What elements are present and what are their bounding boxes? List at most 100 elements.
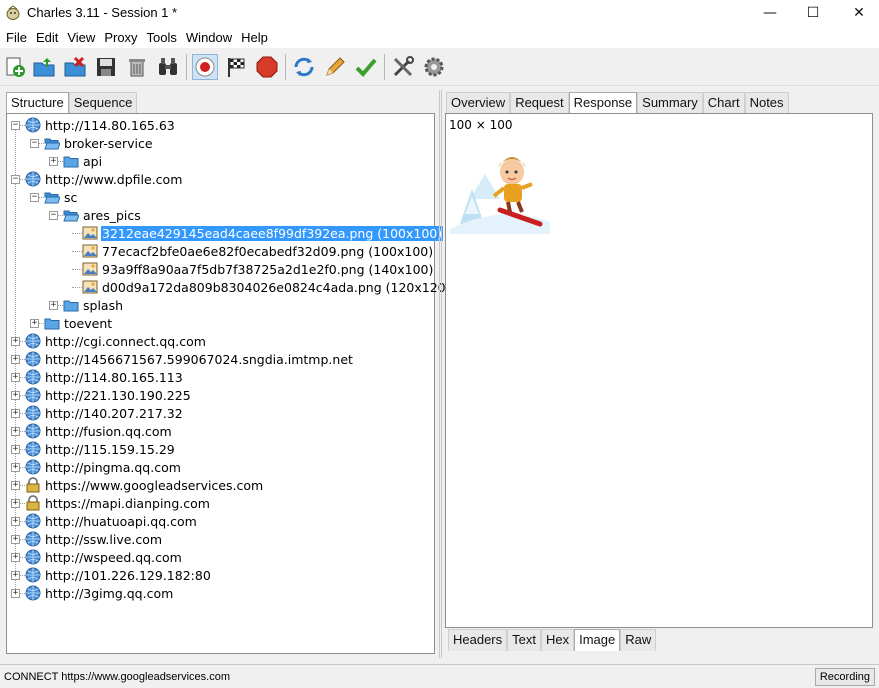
validate-button[interactable]: [353, 54, 379, 80]
tree-node[interactable]: 93a9ff8a90aa7f5db7f38725a2d1e2f0.png (14…: [82, 260, 434, 278]
tree-node[interactable]: http://3gimg.qq.com: [25, 584, 174, 602]
expand-toggle[interactable]: +: [11, 427, 20, 436]
tree-node[interactable]: http://fusion.qq.com: [25, 422, 173, 440]
structure-tree[interactable]: http://114.80.165.63− broker-service − api +…: [6, 113, 451, 654]
tree-node[interactable]: sc: [44, 188, 78, 206]
tab-summary[interactable]: Summary: [637, 92, 703, 114]
expand-toggle[interactable]: +: [11, 463, 20, 472]
tree-connector: [72, 233, 82, 234]
title-bar: Charles 3.11 - Session 1 * — ☐ ✕: [0, 0, 879, 26]
menu-edit[interactable]: Edit: [30, 30, 61, 45]
globe-icon: [25, 513, 41, 529]
tab-notes[interactable]: Notes: [744, 92, 789, 114]
menu-view[interactable]: View: [61, 30, 98, 45]
open-session-button[interactable]: [31, 54, 57, 80]
expand-toggle[interactable]: +: [11, 373, 20, 382]
tree-node[interactable]: 3212eae429145ead4caee8f99df392ea.png (10…: [82, 224, 445, 242]
toolbar: [0, 48, 879, 86]
tab-sequence[interactable]: Sequence: [68, 92, 138, 114]
breakpoints-button[interactable]: [254, 54, 280, 80]
tree-node[interactable]: http://huatuoapi.qq.com: [25, 512, 198, 530]
validate-icon: [355, 58, 377, 77]
collapse-toggle[interactable]: −: [30, 139, 39, 148]
tree-node[interactable]: http://101.226.129.182:80: [25, 566, 212, 584]
expand-toggle[interactable]: +: [11, 517, 20, 526]
collapse-toggle[interactable]: −: [11, 175, 20, 184]
tree-node[interactable]: toevent: [44, 314, 113, 332]
menu-proxy[interactable]: Proxy: [98, 30, 140, 45]
tab-structure[interactable]: Structure: [6, 92, 69, 114]
find-button[interactable]: [155, 54, 181, 80]
expand-toggle[interactable]: +: [30, 319, 39, 328]
save-session-icon: [97, 58, 115, 76]
tab-overview[interactable]: Overview: [446, 92, 511, 114]
tree-node[interactable]: http://ssw.live.com: [25, 530, 163, 548]
expand-toggle[interactable]: +: [49, 301, 58, 310]
collapse-toggle[interactable]: −: [30, 193, 39, 202]
close-session-button[interactable]: [62, 54, 88, 80]
image-file-icon: [82, 280, 98, 294]
tree-node[interactable]: http://pingma.qq.com: [25, 458, 182, 476]
tree-node[interactable]: https://mapi.dianping.com: [25, 494, 211, 512]
tab-chart[interactable]: Chart: [702, 92, 745, 114]
expand-toggle[interactable]: +: [11, 481, 20, 490]
tab-text[interactable]: Text: [507, 629, 541, 651]
globe-icon: [25, 567, 41, 583]
tree-node[interactable]: ares_pics: [63, 206, 142, 224]
tree-node[interactable]: http://115.159.15.29: [25, 440, 176, 458]
tree-node[interactable]: http://114.80.165.113: [25, 368, 184, 386]
settings-icon: [424, 57, 444, 77]
tab-request[interactable]: Request: [510, 92, 569, 114]
settings-button[interactable]: [421, 54, 447, 80]
tree-node[interactable]: http://1456671567.599067024.sngdia.imtmp…: [25, 350, 354, 368]
expand-toggle[interactable]: +: [49, 157, 58, 166]
tree-node[interactable]: http://140.207.217.32: [25, 404, 184, 422]
expand-toggle[interactable]: +: [11, 499, 20, 508]
menu-help[interactable]: Help: [235, 30, 271, 45]
maximize-button[interactable]: ☐: [790, 0, 836, 26]
tree-node[interactable]: http://cgi.connect.qq.com: [25, 332, 207, 350]
expand-toggle[interactable]: +: [11, 337, 20, 346]
expand-toggle[interactable]: +: [11, 589, 20, 598]
tree-node[interactable]: http://114.80.165.63: [25, 116, 176, 134]
tab-raw[interactable]: Raw: [620, 629, 657, 651]
tools-button[interactable]: [390, 54, 416, 80]
tree-node[interactable]: http://www.dpfile.com: [25, 170, 183, 188]
record-button[interactable]: [192, 54, 218, 80]
minimize-button[interactable]: —: [747, 0, 793, 26]
expand-toggle[interactable]: +: [11, 355, 20, 364]
collapse-toggle[interactable]: −: [49, 211, 58, 220]
menu-file[interactable]: File: [0, 30, 30, 45]
recording-indicator[interactable]: Recording: [814, 668, 875, 686]
new-session-button[interactable]: [2, 54, 28, 80]
tree-node[interactable]: http://wspeed.qq.com: [25, 548, 183, 566]
expand-toggle[interactable]: +: [11, 445, 20, 454]
repeat-button[interactable]: [291, 54, 317, 80]
expand-toggle[interactable]: +: [11, 535, 20, 544]
tree-node[interactable]: http://221.130.190.225: [25, 386, 192, 404]
tree-node[interactable]: d00d9a172da809b8304026e0824c4ada.png (12…: [82, 278, 452, 296]
tree-node[interactable]: splash: [63, 296, 124, 314]
tree-node[interactable]: 77ecacf2bfe0ae6e82f0ecabedf32d09.png (10…: [82, 242, 434, 260]
tab-headers[interactable]: Headers: [448, 629, 508, 651]
collapse-toggle[interactable]: −: [11, 121, 20, 130]
menu-tools[interactable]: Tools: [141, 30, 180, 45]
throttle-button[interactable]: [223, 54, 249, 80]
close-button[interactable]: ✕: [836, 0, 879, 26]
edit-button[interactable]: [322, 54, 348, 80]
menu-bar: File Edit View Proxy Tools Window Help: [0, 26, 879, 48]
expand-toggle[interactable]: +: [11, 409, 20, 418]
expand-toggle[interactable]: +: [11, 571, 20, 580]
save-session-button[interactable]: [93, 54, 119, 80]
pane-splitter[interactable]: [439, 90, 442, 658]
tab-image[interactable]: Image: [574, 629, 621, 651]
tree-node[interactable]: broker-service: [44, 134, 154, 152]
tree-node[interactable]: https://www.googleadservices.com: [25, 476, 264, 494]
tree-node[interactable]: api: [63, 152, 103, 170]
expand-toggle[interactable]: +: [11, 553, 20, 562]
expand-toggle[interactable]: +: [11, 391, 20, 400]
tab-hex[interactable]: Hex: [540, 629, 575, 651]
clear-session-button[interactable]: [124, 54, 150, 80]
menu-window[interactable]: Window: [180, 30, 235, 45]
tab-response[interactable]: Response: [568, 92, 638, 114]
